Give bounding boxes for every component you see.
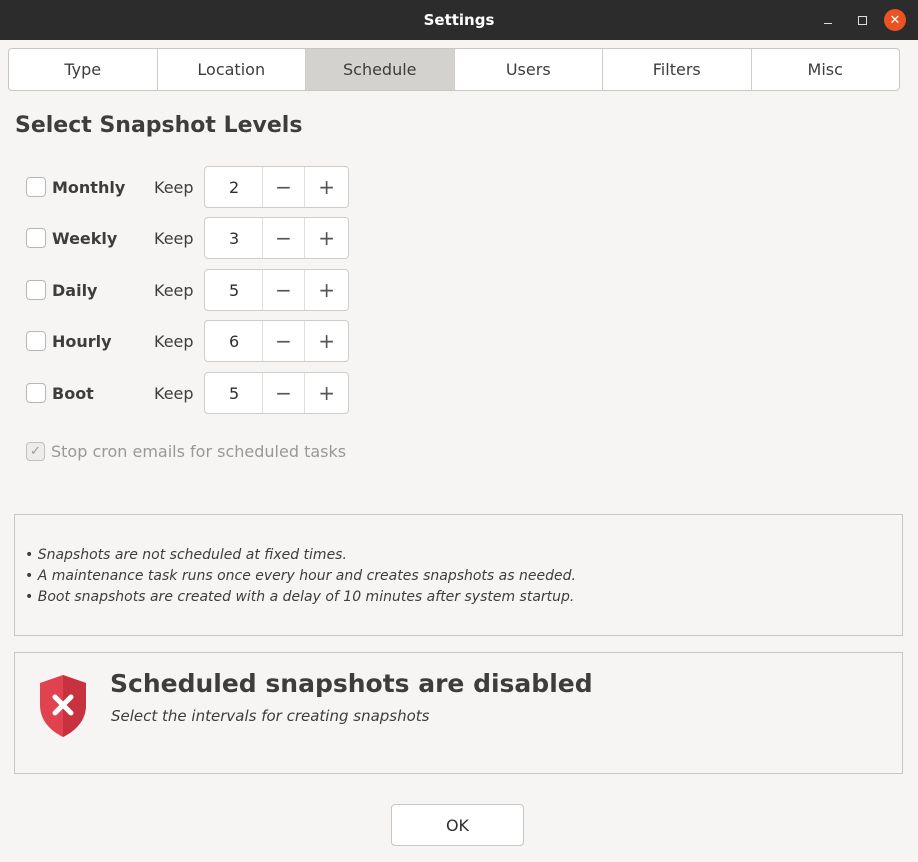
- decrement-button[interactable]: −: [263, 321, 306, 361]
- decrement-button[interactable]: −: [263, 167, 306, 207]
- decrement-button[interactable]: −: [263, 218, 306, 258]
- increment-button[interactable]: +: [305, 373, 348, 413]
- boot-checkbox[interactable]: [26, 383, 46, 403]
- daily-keep-stepper: 5 − +: [204, 269, 349, 311]
- cron-checkbox[interactable]: ✓: [26, 441, 45, 461]
- weekly-checkbox[interactable]: [26, 228, 46, 248]
- hourly-checkbox[interactable]: [26, 331, 46, 351]
- window-title: Settings: [423, 11, 495, 29]
- increment-button[interactable]: +: [305, 270, 348, 310]
- decrement-button[interactable]: −: [263, 373, 306, 413]
- tab-users[interactable]: Users: [455, 49, 603, 90]
- weekly-keep-stepper: 3 − +: [204, 217, 349, 259]
- level-row-monthly: Monthly Keep 2 − +: [26, 166, 349, 208]
- level-label: Daily: [52, 280, 98, 300]
- stepper-value[interactable]: 5: [205, 373, 263, 413]
- title-bar: Settings ✕: [0, 0, 918, 40]
- maximize-icon[interactable]: [850, 8, 874, 32]
- info-note: • Snapshots are not scheduled at fixed t…: [25, 547, 347, 563]
- tab-filters[interactable]: Filters: [603, 49, 752, 90]
- tab-schedule[interactable]: Schedule: [306, 49, 455, 90]
- cron-option: ✓ Stop cron emails for scheduled tasks: [26, 440, 346, 462]
- decrement-button[interactable]: −: [263, 270, 306, 310]
- increment-button[interactable]: +: [305, 218, 348, 258]
- stepper-value[interactable]: 2: [205, 167, 263, 207]
- status-subtitle: Select the intervals for creating snapsh…: [111, 707, 430, 725]
- daily-checkbox[interactable]: [26, 280, 46, 300]
- level-label: Hourly: [52, 331, 112, 351]
- keep-label: Keep: [154, 177, 194, 197]
- hourly-keep-stepper: 6 − +: [204, 320, 349, 362]
- level-row-weekly: Weekly Keep 3 − +: [26, 217, 349, 259]
- tab-misc[interactable]: Misc: [752, 49, 900, 90]
- close-icon[interactable]: ✕: [884, 9, 906, 31]
- ok-button[interactable]: OK: [391, 804, 524, 846]
- level-row-boot: Boot Keep 5 − +: [26, 372, 349, 414]
- keep-label: Keep: [154, 383, 194, 403]
- monthly-keep-stepper: 2 − +: [204, 166, 349, 208]
- info-note: • Boot snapshots are created with a dela…: [25, 589, 575, 605]
- section-heading: Select Snapshot Levels: [15, 113, 303, 138]
- keep-label: Keep: [154, 280, 194, 300]
- minimize-icon[interactable]: [816, 8, 840, 32]
- stepper-value[interactable]: 3: [205, 218, 263, 258]
- status-title: Scheduled snapshots are disabled: [110, 669, 593, 698]
- status-panel: Scheduled snapshots are disabled Select …: [14, 652, 903, 774]
- window-controls: ✕: [816, 8, 906, 32]
- stepper-value[interactable]: 6: [205, 321, 263, 361]
- keep-label: Keep: [154, 228, 194, 248]
- increment-button[interactable]: +: [305, 167, 348, 207]
- level-label: Boot: [52, 383, 94, 403]
- level-label: Monthly: [52, 177, 126, 197]
- info-panel: • Snapshots are not scheduled at fixed t…: [14, 514, 903, 636]
- tab-type[interactable]: Type: [9, 49, 158, 90]
- level-row-daily: Daily Keep 5 − +: [26, 269, 349, 311]
- cron-label: Stop cron emails for scheduled tasks: [51, 441, 347, 461]
- shield-error-icon: [40, 675, 86, 737]
- info-note: • A maintenance task runs once every hou…: [25, 568, 576, 584]
- tab-bar: Type Location Schedule Users Filters Mis…: [8, 48, 900, 91]
- level-row-hourly: Hourly Keep 6 − +: [26, 320, 349, 362]
- monthly-checkbox[interactable]: [26, 177, 46, 197]
- stepper-value[interactable]: 5: [205, 270, 263, 310]
- boot-keep-stepper: 5 − +: [204, 372, 349, 414]
- increment-button[interactable]: +: [305, 321, 348, 361]
- tab-location[interactable]: Location: [158, 49, 306, 90]
- keep-label: Keep: [154, 331, 194, 351]
- level-label: Weekly: [52, 228, 118, 248]
